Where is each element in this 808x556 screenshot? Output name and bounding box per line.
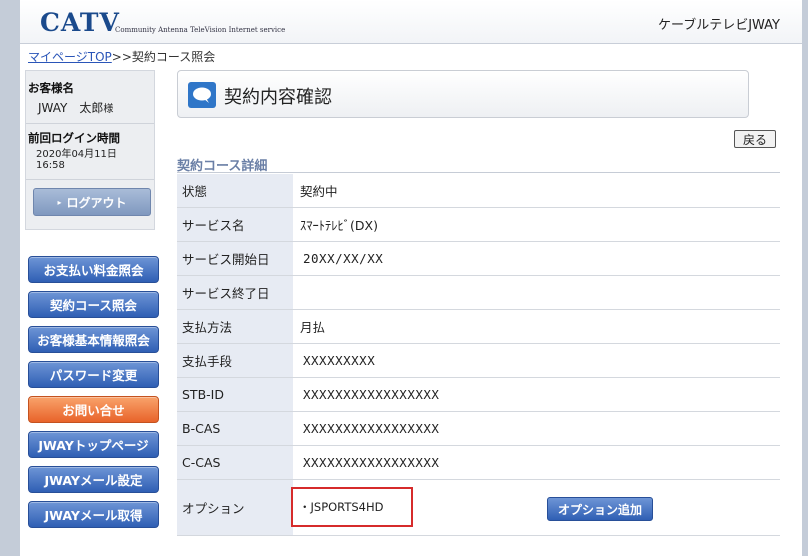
breadcrumb: マイページTOP>>契約コース照会 xyxy=(28,48,215,65)
brand-name: ケーブルテレビJWAY xyxy=(657,18,780,33)
speech-bubble-icon xyxy=(188,82,216,108)
nav-customer-info-button[interactable]: お客様基本情報照会 xyxy=(28,326,159,353)
add-option-button[interactable]: オプション追加 xyxy=(547,497,653,521)
section-divider xyxy=(177,172,780,173)
table-row: C-CAS XXXXXXXXXXXXXXXXX xyxy=(177,446,780,480)
breadcrumb-current: 契約コース照会 xyxy=(131,50,216,64)
row-value-start-date: 20XX/XX/XX xyxy=(303,251,384,266)
row-label-end-date: サービス終了日 xyxy=(177,276,293,309)
breadcrumb-separator: >> xyxy=(111,50,132,64)
table-row: STB-ID XXXXXXXXXXXXXXXXX xyxy=(177,378,780,412)
customer-name-value: JWAY 太郎 xyxy=(38,101,104,115)
page-title-box: 契約内容確認 xyxy=(177,70,749,118)
row-label-payment-means: 支払手段 xyxy=(177,344,293,377)
site-header: CATV Community Antenna TeleVision Intern… xyxy=(20,0,802,44)
last-login-label: 前回ログイン時間 xyxy=(28,131,120,145)
nav-password-change-button[interactable]: パスワード変更 xyxy=(28,361,159,388)
user-info-box: お客様名 JWAY 太郎様 前回ログイン時間 2020年04月11日 16:58… xyxy=(25,70,155,230)
customer-name-label: お客様名 xyxy=(28,81,74,95)
nav-jway-mail-settings-button[interactable]: JWAYメール設定 xyxy=(28,466,159,493)
divider xyxy=(26,123,154,124)
row-value-payment-means: XXXXXXXXX xyxy=(303,353,376,368)
row-value-service-name: ｽﾏｰﾄﾃﾚﾋﾞ(DX) xyxy=(300,218,378,233)
row-label-stb-id: STB-ID xyxy=(177,378,293,411)
row-value-status: 契約中 xyxy=(300,184,338,199)
option-value-highlight: ・JSPORTS4HD xyxy=(291,487,413,527)
breadcrumb-link-mypage[interactable]: マイページTOP xyxy=(28,50,112,64)
arrow-right-icon: ▸ xyxy=(57,197,62,207)
row-label-c-cas: C-CAS xyxy=(177,446,293,479)
nav-jway-top-button[interactable]: JWAYトップページ xyxy=(28,431,159,458)
table-row: サービス終了日 xyxy=(177,276,780,310)
catv-logo[interactable]: CATV xyxy=(40,8,120,37)
customer-honorific: 様 xyxy=(103,104,114,115)
last-login-value: 2020年04月11日 16:58 xyxy=(36,149,117,171)
last-login-date: 2020年04月11日 xyxy=(36,149,117,160)
table-row-option: オプション ・JSPORTS4HD オプション追加 xyxy=(177,480,780,536)
nav-jway-mail-get-button[interactable]: JWAYメール取得 xyxy=(28,501,159,528)
back-button[interactable]: 戻る xyxy=(734,130,776,148)
row-value-payment-method: 月払 xyxy=(300,320,326,335)
logout-button[interactable]: ▸ ログアウト xyxy=(33,188,151,216)
row-value-option: ・JSPORTS4HD xyxy=(299,500,384,514)
page-title: 契約内容確認 xyxy=(224,87,332,108)
row-value-b-cas: XXXXXXXXXXXXXXXXX xyxy=(303,421,440,436)
row-label-service-name: サービス名 xyxy=(177,208,293,241)
row-label-payment-method: 支払方法 xyxy=(177,310,293,343)
nav-payment-inquiry-button[interactable]: お支払い料金照会 xyxy=(28,256,159,283)
table-row: B-CAS XXXXXXXXXXXXXXXXX xyxy=(177,412,780,446)
table-row: 状態 契約中 xyxy=(177,174,780,208)
table-row: サービス開始日 20XX/XX/XX xyxy=(177,242,780,276)
logo-subtitle: Community Antenna TeleVision Internet se… xyxy=(115,26,286,34)
row-label-option: オプション xyxy=(177,480,293,535)
row-label-b-cas: B-CAS xyxy=(177,412,293,445)
table-row: サービス名 ｽﾏｰﾄﾃﾚﾋﾞ(DX) xyxy=(177,208,780,242)
last-login-time: 16:58 xyxy=(36,160,65,171)
row-value-end-date xyxy=(295,276,780,309)
nav-contact-button[interactable]: お問い合せ xyxy=(28,396,159,423)
row-label-start-date: サービス開始日 xyxy=(177,242,293,275)
page: CATV Community Antenna TeleVision Intern… xyxy=(20,0,802,556)
row-value-stb-id: XXXXXXXXXXXXXXXXX xyxy=(303,387,440,402)
row-value-c-cas: XXXXXXXXXXXXXXXXX xyxy=(303,455,440,470)
divider xyxy=(26,179,154,180)
nav-contract-course-button[interactable]: 契約コース照会 xyxy=(28,291,159,318)
customer-name: JWAY 太郎様 xyxy=(38,99,113,116)
table-row: 支払手段 XXXXXXXXX xyxy=(177,344,780,378)
table-row: 支払方法 月払 xyxy=(177,310,780,344)
logout-label: ログアウト xyxy=(66,195,127,210)
row-label-status: 状態 xyxy=(177,174,293,207)
